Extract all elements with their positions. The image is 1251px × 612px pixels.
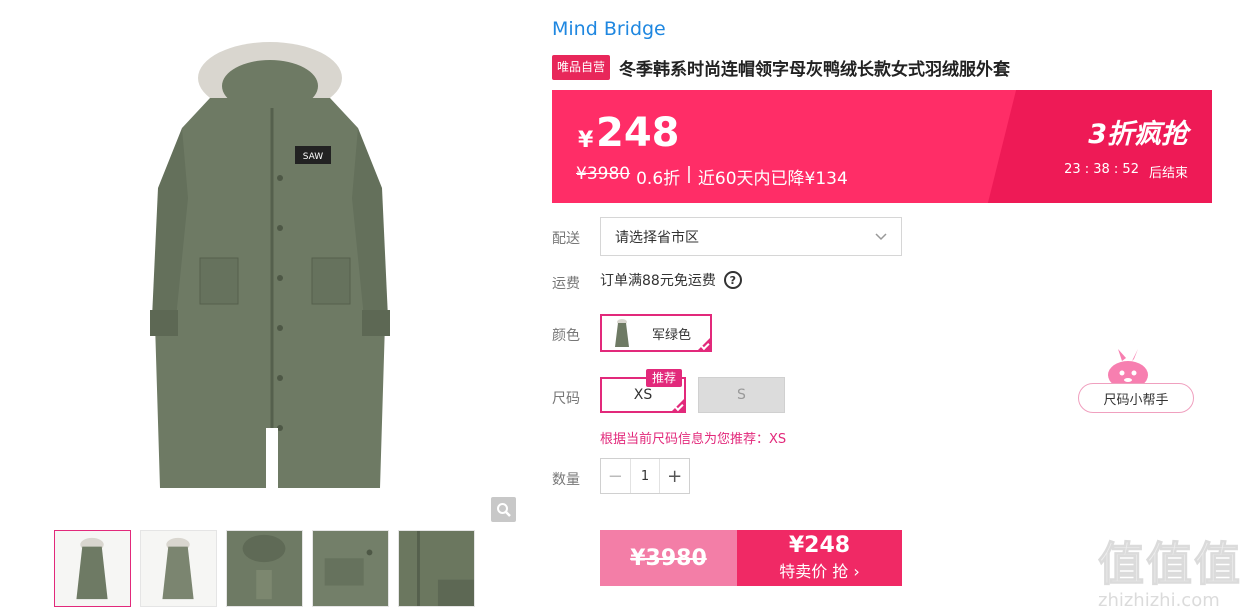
quantity-value[interactable]: 1 [631,459,660,493]
color-swatch-image [615,319,629,347]
thumbnail-2[interactable] [140,530,217,607]
title-row: 唯品自营 冬季韩系时尚连帽领字母灰鸭绒长款女式羽绒服外套 [552,54,1010,81]
buy-bar: ¥3980 ¥248 特卖价 抢 › [600,530,902,586]
size-option-xs-label: XS [633,387,653,403]
color-option-label: 军绿色 [652,327,692,343]
main-product-photo[interactable]: SAW [40,18,520,518]
brand-link[interactable]: Mind Bridge [552,18,666,40]
svg-text:SAW: SAW [303,152,324,162]
size-option-s-label: S [737,387,746,403]
countdown-suffix: 后结束 [1148,166,1188,181]
price-band: ¥ 248 ¥3980 0.6折 | 近60天内已降¥134 3折疯抢 23 :… [552,90,1212,203]
zoom-icon[interactable] [491,497,516,522]
watermark-main: 值值值 [1098,537,1242,592]
shipping-fee: 订单满88元免运费 ? [600,270,742,290]
sale-price: 248 [596,110,680,156]
quantity-increase-button[interactable]: + [659,459,689,493]
countdown-time: 23 : 38 : 52 [1064,162,1139,177]
thumbnail-4[interactable] [312,530,389,607]
thumbnail-5[interactable] [398,530,475,607]
price-separator: | [686,164,692,184]
size-recommendation: 根据当前尺码信息为您推荐：XS [600,432,787,447]
product-title: 冬季韩系时尚连帽领字母灰鸭绒长款女式羽绒服外套 [619,60,1011,80]
region-placeholder: 请选择省市区 [615,229,699,246]
size-helper-label: 尺码小帮手 [1078,383,1194,413]
self-operated-badge: 唯品自营 [552,55,611,80]
color-option-army-green[interactable]: 军绿色 [600,314,712,352]
color-label: 颜色 [552,328,580,344]
buy-label: 特卖价 抢 › [779,562,860,581]
watermark: 值值值 zhizhizhi.com [1098,528,1248,612]
thumbnail-strip [54,530,475,607]
recommend-tag: 推荐 [646,369,683,387]
check-corner-icon [696,336,712,352]
promo-label: 3折疯抢 [1088,119,1188,150]
check-corner-icon [670,397,686,413]
shipping-label: 配送 [552,231,580,247]
price-subline: ¥3980 0.6折 | 近60天内已降¥134 [576,164,848,189]
quantity-stepper: − 1 + [600,458,690,494]
price-drop-note: 近60天内已降¥134 [697,169,848,189]
buy-original-price: ¥3980 [600,530,737,586]
size-helper[interactable]: 尺码小帮手 [1076,349,1196,415]
currency-symbol: ¥ [578,128,594,153]
size-label: 尺码 [552,391,580,407]
thumbnail-1[interactable] [54,530,131,607]
original-price: ¥3980 [576,164,631,184]
region-select[interactable]: 请选择省市区 [600,217,902,256]
quantity-decrease-button[interactable]: − [601,459,631,493]
chevron-down-icon [875,229,887,245]
thumbnail-3[interactable] [226,530,303,607]
size-option-s[interactable]: S [698,377,785,413]
product-page: SAW Mind Bridge 唯品自营 冬季韩系时尚连帽领字母灰鸭绒长款女式羽… [0,0,1251,612]
buy-now-button[interactable]: ¥248 特卖价 抢 › [737,530,902,586]
fee-text: 订单满88元免运费 [600,273,716,289]
countdown: 23 : 38 : 52 后结束 [1064,162,1188,181]
question-icon[interactable]: ? [723,271,742,289]
buy-price: ¥248 [788,533,851,558]
discount-rate: 0.6折 [636,169,681,189]
quantity-label: 数量 [552,472,580,488]
fee-label: 运费 [552,276,580,292]
